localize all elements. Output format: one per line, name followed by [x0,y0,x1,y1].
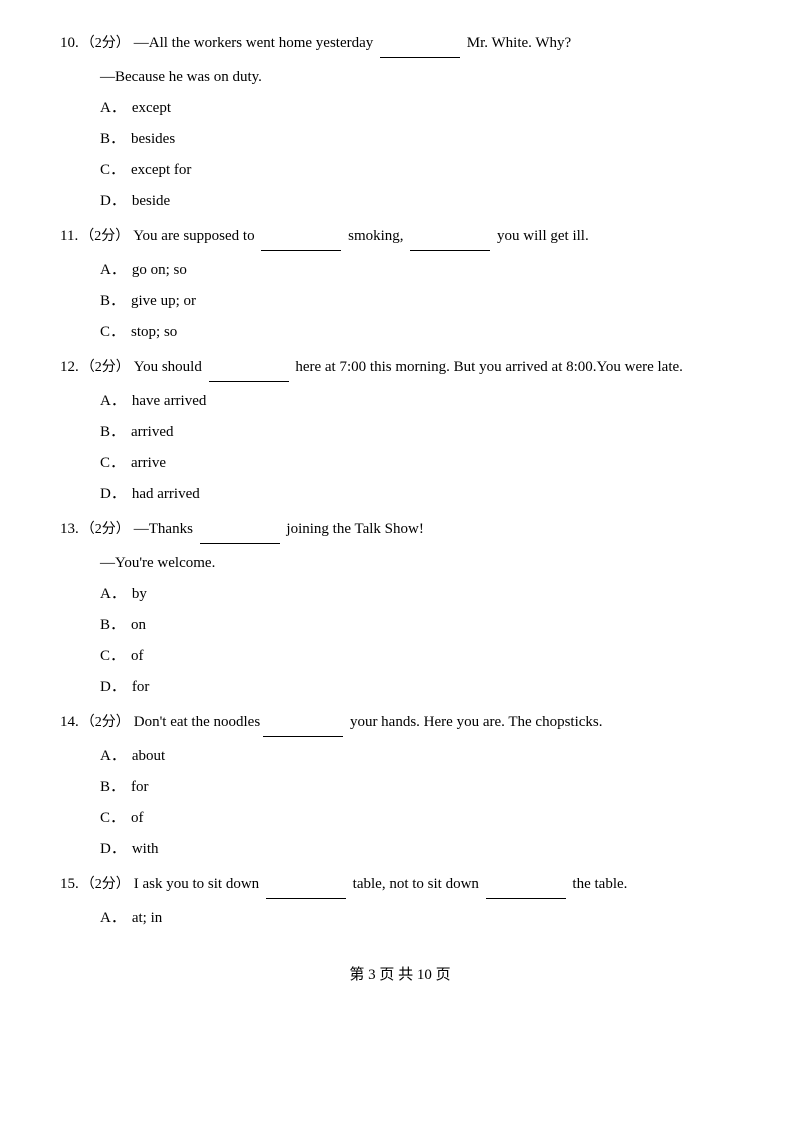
q10-option-b: B． besides [100,126,740,153]
q10-dialog: —Because he was on duty. [100,64,740,91]
q10-option-d: D． beside [100,188,740,215]
q13-number: 13. [60,516,79,543]
question-14-line: 14. （2分） Don't eat the noodles your hand… [60,709,740,737]
q12-option-b: B． arrived [100,419,740,446]
q13-option-b: B． on [100,612,740,639]
question-13: 13. （2分） —Thanks joining the Talk Show! … [60,516,740,701]
q11-option-c: C． stop; so [100,319,740,346]
q15-blank2 [486,871,566,899]
q13-option-c: C． of [100,643,740,670]
question-15-line: 15. （2分） I ask you to sit down table, no… [60,871,740,899]
q14-option-a: A． about [100,743,740,770]
q11-blank1 [261,223,341,251]
q11-text: You are supposed to smoking, you will ge… [133,223,740,251]
question-11-line: 11. （2分） You are supposed to smoking, yo… [60,223,740,251]
q10-option-c: C． except for [100,157,740,184]
q14-number: 14. [60,709,79,736]
q14-points: （2分） [81,710,130,735]
page-footer: 第 3 页 共 10 页 [60,962,740,989]
question-10-line: 10. （2分） —All the workers went home yest… [60,30,740,58]
q13-blank [200,516,280,544]
question-10: 10. （2分） —All the workers went home yest… [60,30,740,215]
q15-text: I ask you to sit down table, not to sit … [134,871,740,899]
q10-number: 10. [60,30,79,57]
q15-number: 15. [60,871,79,898]
q15-blank1 [266,871,346,899]
q12-text: You should here at 7:00 this morning. Bu… [134,354,740,382]
question-11: 11. （2分） You are supposed to smoking, yo… [60,223,740,346]
question-14: 14. （2分） Don't eat the noodles your hand… [60,709,740,863]
question-15: 15. （2分） I ask you to sit down table, no… [60,871,740,932]
q13-text: —Thanks joining the Talk Show! [134,516,740,544]
question-13-line: 13. （2分） —Thanks joining the Talk Show! [60,516,740,544]
q14-option-c: C． of [100,805,740,832]
question-12: 12. （2分） You should here at 7:00 this mo… [60,354,740,508]
q11-points: （2分） [80,224,129,249]
q14-blank [263,709,343,737]
q11-blank2 [410,223,490,251]
q12-number: 12. [60,354,79,381]
q12-blank [209,354,289,382]
q13-option-a: A． by [100,581,740,608]
q10-option-a: A． except [100,95,740,122]
q11-option-b: B． give up; or [100,288,740,315]
q13-dialog: —You're welcome. [100,550,740,577]
q12-option-d: D． had arrived [100,481,740,508]
q11-option-a: A． go on; so [100,257,740,284]
q13-points: （2分） [81,517,130,542]
q15-option-a: A． at; in [100,905,740,932]
q10-text: —All the workers went home yesterday Mr.… [134,30,740,58]
q14-option-b: B． for [100,774,740,801]
q14-text: Don't eat the noodles your hands. Here y… [134,709,740,737]
page-info: 第 3 页 共 10 页 [349,967,450,983]
q12-points: （2分） [81,355,130,380]
q14-option-d: D． with [100,836,740,863]
q13-option-d: D． for [100,674,740,701]
q12-option-c: C． arrive [100,450,740,477]
q10-points: （2分） [81,31,130,56]
q12-option-a: A． have arrived [100,388,740,415]
question-12-line: 12. （2分） You should here at 7:00 this mo… [60,354,740,382]
q11-number: 11. [60,223,78,250]
q15-points: （2分） [81,872,130,897]
q10-blank [380,30,460,58]
